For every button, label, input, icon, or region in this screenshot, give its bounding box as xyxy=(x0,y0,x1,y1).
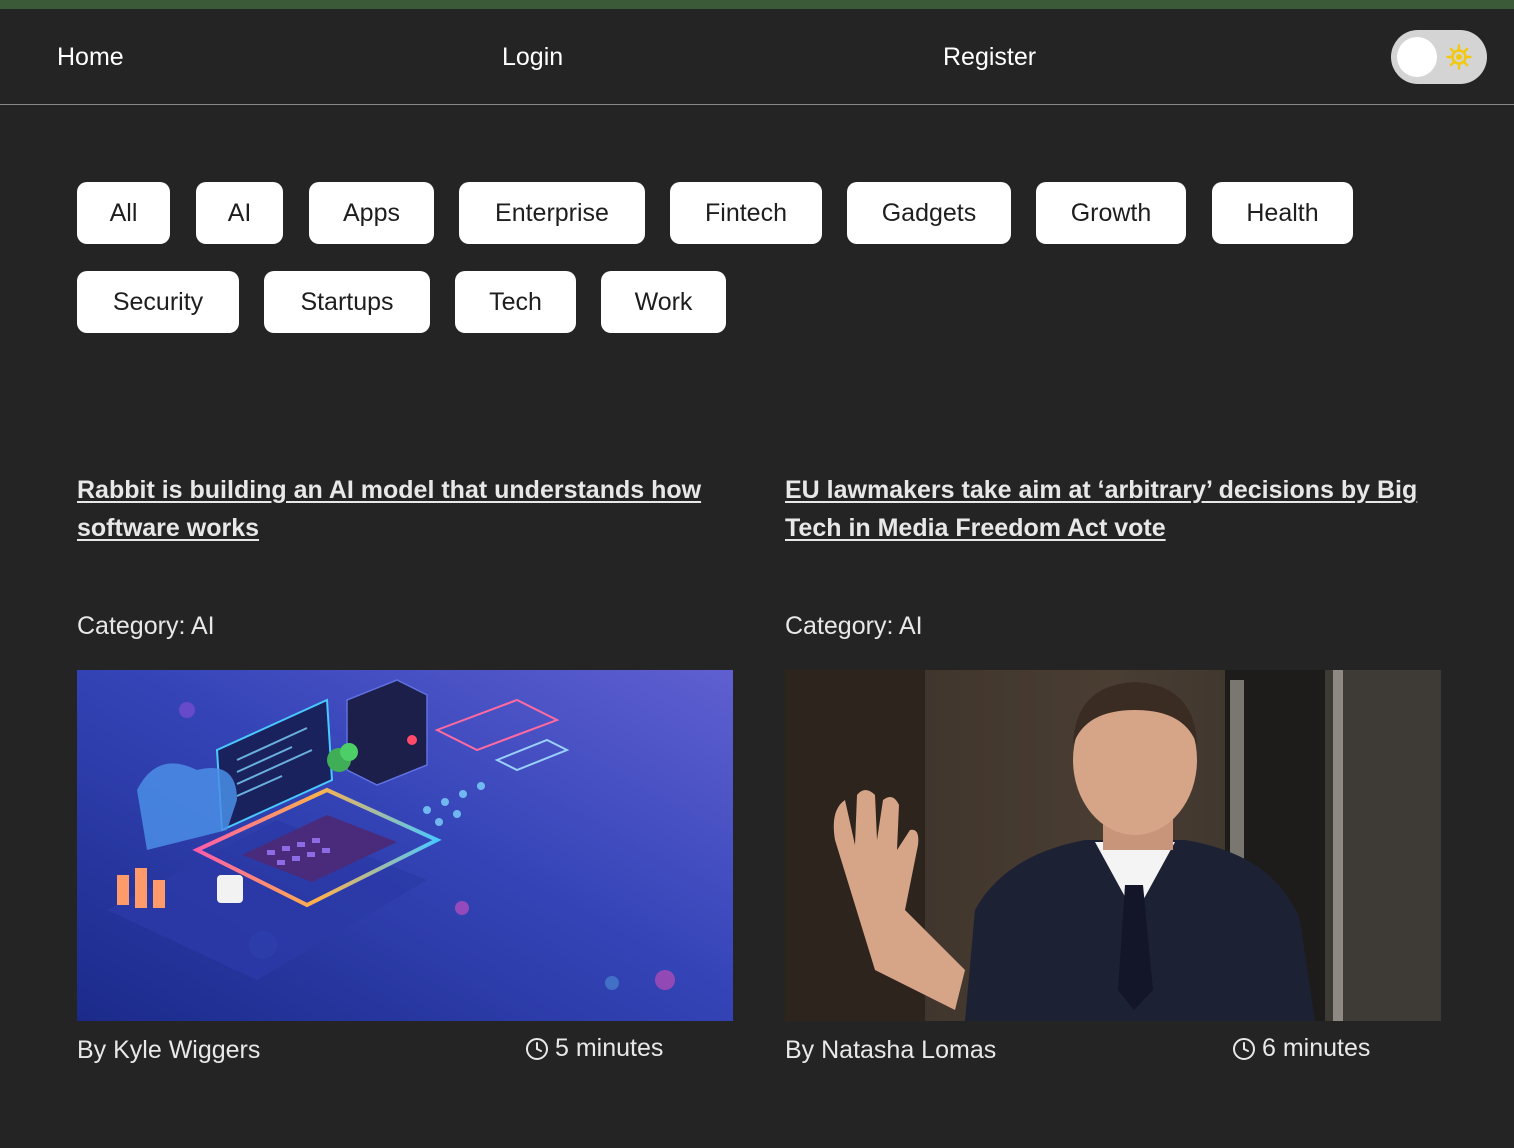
article-category: Category: AI xyxy=(785,612,923,640)
article-read-time: 5 minutes xyxy=(525,1034,663,1063)
category-button-apps[interactable]: Apps xyxy=(309,182,434,244)
article-author: By Kyle Wiggers xyxy=(77,1036,261,1064)
category-button-tech[interactable]: Tech xyxy=(455,271,576,333)
navbar: Home Login Register xyxy=(0,9,1514,105)
read-time-text: 5 minutes xyxy=(555,1034,664,1062)
category-button-fintech[interactable]: Fintech xyxy=(670,182,822,244)
article-read-time: 6 minutes xyxy=(1232,1034,1370,1063)
article-author: By Natasha Lomas xyxy=(785,1036,997,1064)
top-accent-strip xyxy=(0,0,1514,9)
article-title-link[interactable]: EU lawmakers take aim at ‘arbitrary’ dec… xyxy=(785,471,1445,547)
article-title-link[interactable]: Rabbit is building an AI model that unde… xyxy=(77,471,737,547)
article-category: Category: AI xyxy=(77,612,215,640)
category-button-gadgets[interactable]: Gadgets xyxy=(847,182,1011,244)
read-time-text: 6 minutes xyxy=(1262,1034,1371,1062)
sun-icon xyxy=(1446,44,1472,70)
nav-login-link[interactable]: Login xyxy=(502,43,563,72)
category-button-health[interactable]: Health xyxy=(1212,182,1353,244)
nav-register-link[interactable]: Register xyxy=(943,43,1036,72)
category-button-startups[interactable]: Startups xyxy=(264,271,430,333)
category-button-ai[interactable]: AI xyxy=(196,182,283,244)
category-button-security[interactable]: Security xyxy=(77,271,239,333)
clock-icon xyxy=(526,1037,548,1060)
nav-home-link[interactable]: Home xyxy=(57,43,124,72)
theme-toggle[interactable] xyxy=(1391,30,1487,84)
toggle-knob xyxy=(1397,37,1437,77)
category-button-growth[interactable]: Growth xyxy=(1036,182,1186,244)
article-image[interactable] xyxy=(785,670,1441,1021)
article-image[interactable] xyxy=(77,670,733,1021)
category-button-work[interactable]: Work xyxy=(601,271,726,333)
category-button-all[interactable]: All xyxy=(77,182,170,244)
category-button-enterprise[interactable]: Enterprise xyxy=(459,182,645,244)
clock-icon xyxy=(1233,1037,1255,1060)
